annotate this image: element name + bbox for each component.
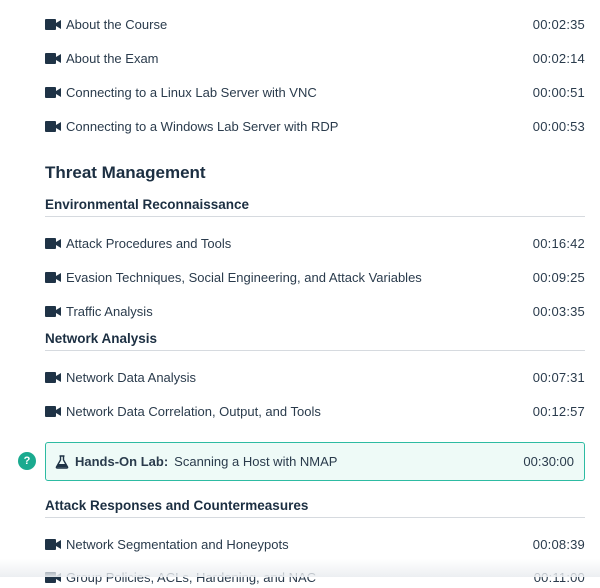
lesson-title: Evasion Techniques, Social Engineering, … [66,269,422,285]
lesson-row[interactable]: Network Data Correlation, Output, and To… [45,400,585,422]
lesson-title: Network Data Correlation, Output, and To… [66,403,321,419]
lesson-row[interactable]: Attack Procedures and Tools 00:16:42 [45,232,585,254]
video-camera-icon [45,237,61,249]
lesson-title: Traffic Analysis [66,303,153,319]
help-icon[interactable]: ? [18,452,36,470]
lesson-title: Connecting to a Windows Lab Server with … [66,118,339,134]
lesson-duration: 00:03:35 [532,303,585,319]
lab-title: Scanning a Host with NMAP [174,454,338,469]
subsection-title-recon: Environmental Reconnaissance [45,197,585,217]
lesson-row[interactable]: Evasion Techniques, Social Engineering, … [45,266,585,288]
video-camera-icon [45,120,61,132]
video-camera-icon [45,405,61,417]
lesson-row[interactable]: Connecting to a Linux Lab Server with VN… [45,81,585,103]
hands-on-lab-row[interactable]: Hands-On Lab: Scanning a Host with NMAP … [45,442,585,481]
lesson-row[interactable]: Network Data Analysis 00:07:31 [45,366,585,388]
lesson-title: About the Course [66,16,168,32]
video-camera-icon [45,538,61,550]
lesson-title: Network Segmentation and Honeypots [66,536,289,552]
lesson-duration: 00:07:31 [532,369,585,385]
lesson-duration: 00:12:57 [532,403,585,419]
lesson-title: About the Exam [66,50,159,66]
lesson-title: Attack Procedures and Tools [66,235,232,251]
video-camera-icon [45,86,61,98]
subsection-title-network: Network Analysis [45,331,585,351]
video-camera-icon [45,52,61,64]
lesson-row[interactable]: Connecting to a Windows Lab Server with … [45,115,585,137]
lesson-duration: 00:02:14 [532,50,585,66]
lesson-duration: 00:02:35 [532,16,585,32]
section-title: Threat Management [45,163,206,182]
lesson-duration: 00:08:39 [532,536,585,552]
lesson-row[interactable]: About the Course 00:02:35 [45,13,585,35]
scroll-fade [0,559,600,577]
flask-icon [55,454,69,469]
lesson-row[interactable]: Network Segmentation and Honeypots 00:08… [45,533,585,555]
video-camera-icon [45,271,61,283]
subsection-title-responses: Attack Responses and Countermeasures [45,498,585,518]
lesson-row[interactable]: About the Exam 00:02:14 [45,47,585,69]
video-camera-icon [45,18,61,30]
lesson-duration: 00:16:42 [532,235,585,251]
video-camera-icon [45,371,61,383]
lesson-title: Network Data Analysis [66,369,197,385]
lesson-duration: 00:00:53 [532,118,585,134]
lesson-duration: 00:00:51 [532,84,585,100]
lab-label: Hands-On Lab: [75,454,169,469]
lab-duration: 00:30:00 [523,454,574,469]
lesson-duration: 00:09:25 [532,269,585,285]
lesson-row[interactable]: Traffic Analysis 00:03:35 [45,300,585,322]
video-camera-icon [45,305,61,317]
lesson-title: Connecting to a Linux Lab Server with VN… [66,84,317,100]
